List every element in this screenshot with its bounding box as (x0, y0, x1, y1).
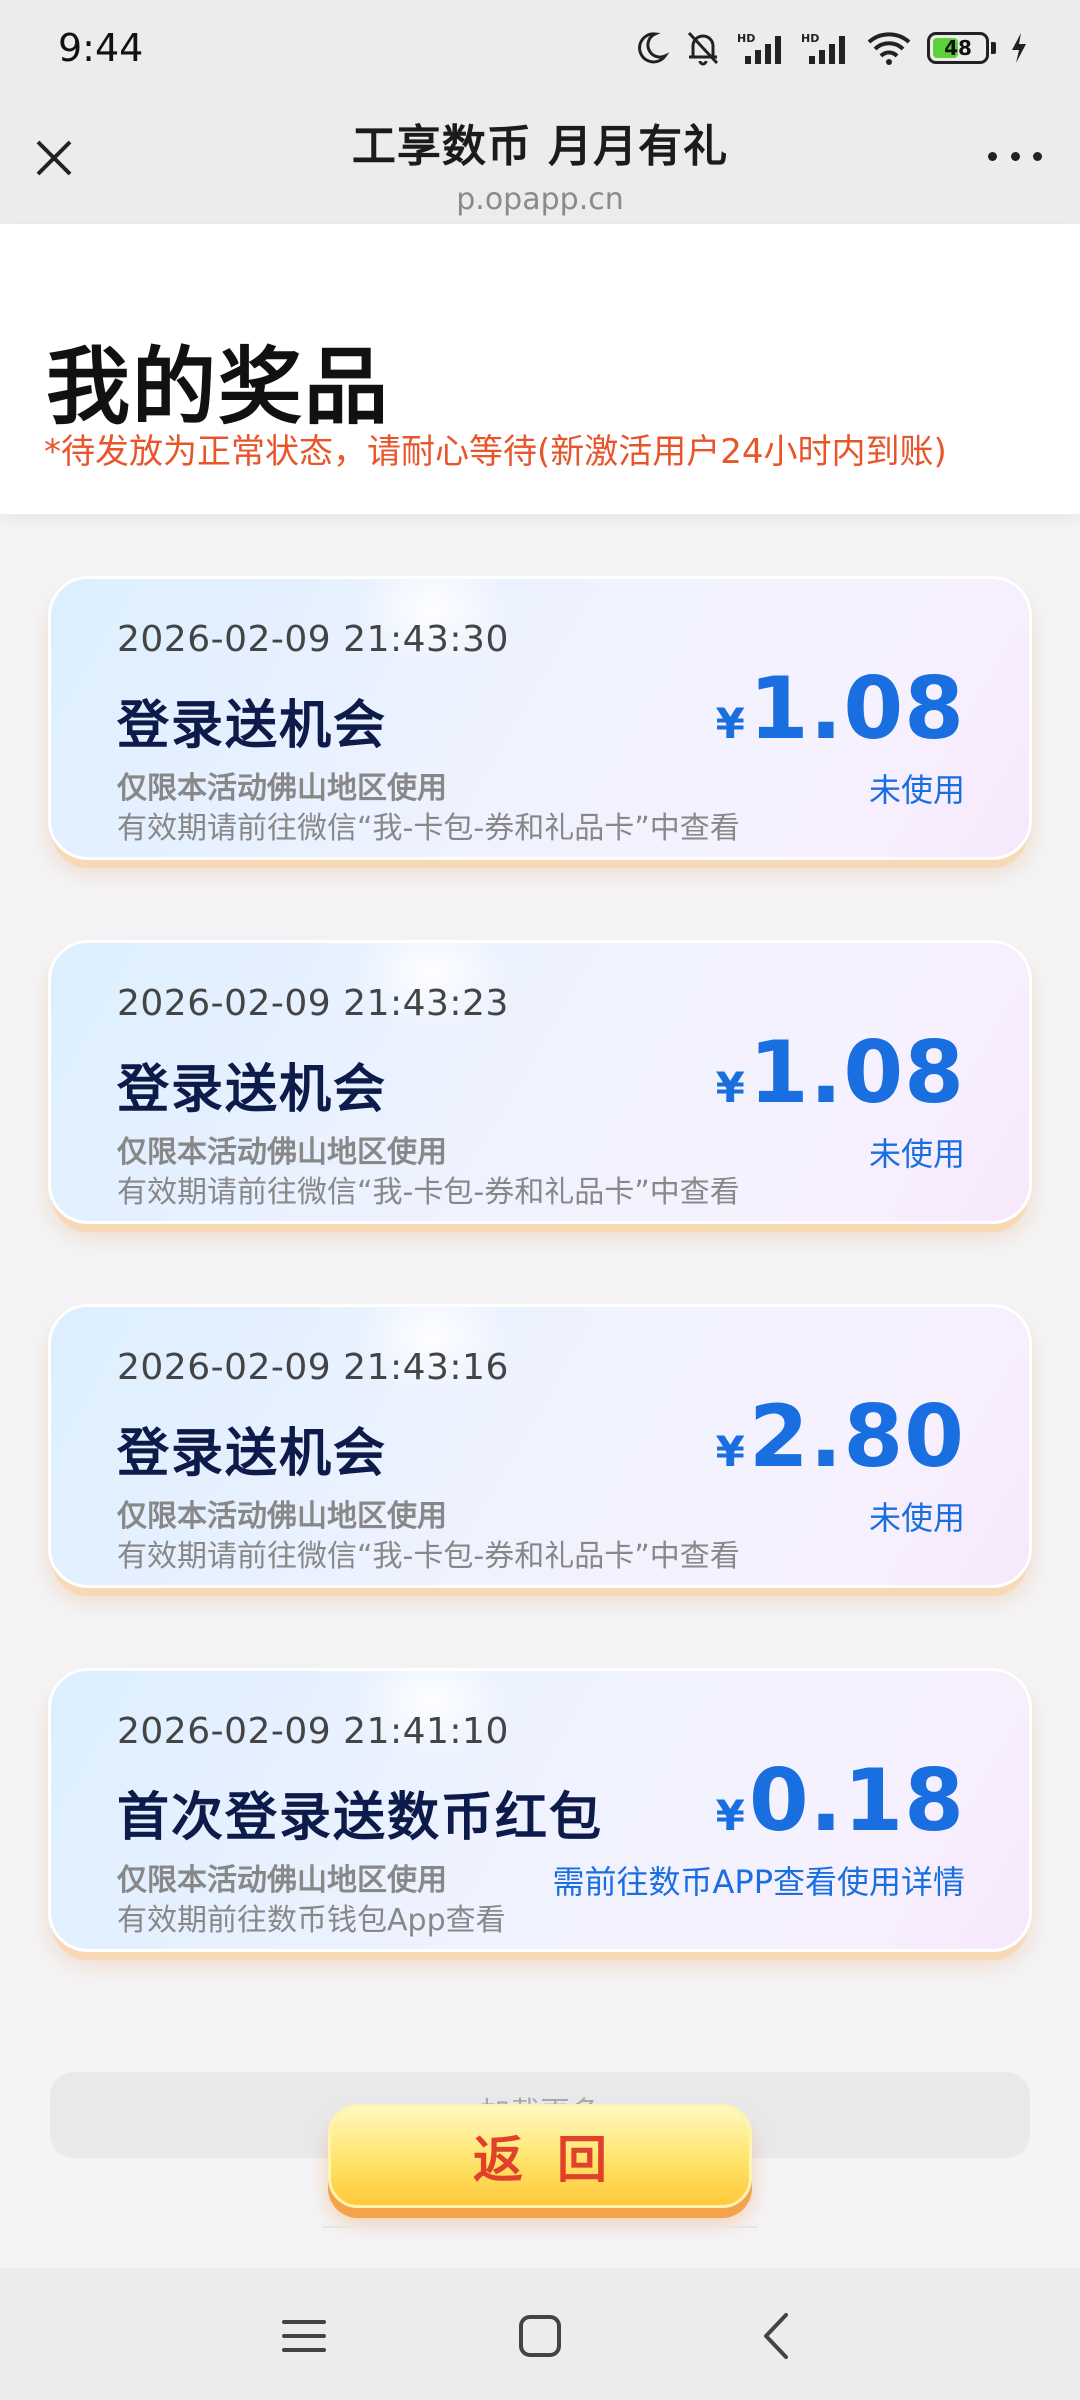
prize-date: 2026-02-09 21:43:23 (117, 983, 509, 1024)
home-square-icon (519, 2315, 561, 2357)
amount-value: 0.18 (748, 1751, 965, 1851)
prize-region-note: 仅限本活动佛山地区使用 (117, 1863, 447, 1898)
currency-symbol: ¥ (715, 1791, 745, 1840)
prize-status-link[interactable]: 需前往数币APP查看使用详情 (553, 1857, 966, 1903)
battery-indicator: 48 (927, 32, 996, 64)
back-button-label: 返回 (473, 2131, 641, 2189)
svg-text:HD: HD (737, 32, 755, 45)
prize-validity-note: 有效期请前往微信“我-卡包-券和礼品卡”中查看 (117, 811, 740, 846)
prize-date: 2026-02-09 21:41:10 (117, 1711, 509, 1752)
prize-card[interactable]: 2026-02-09 21:41:10 首次登录送数币红包 仅限本活动佛山地区使… (48, 1668, 1032, 1952)
amount-value: 2.80 (748, 1387, 965, 1487)
more-dot-icon (988, 151, 997, 161)
back-arrow-icon (764, 2313, 788, 2359)
prize-amount: ¥ 1.08 (716, 1023, 965, 1123)
prize-amount: ¥ 0.18 (716, 1751, 965, 1851)
page-title: 工享数币 月月有礼 (351, 121, 729, 172)
prize-card[interactable]: 2026-02-09 21:43:30 登录送机会 仅限本活动佛山地区使用 有效… (48, 576, 1032, 860)
signal-hd-icon: HD (737, 30, 787, 66)
back-button[interactable]: 返回 (328, 2104, 752, 2208)
prize-amount: ¥ 2.80 (716, 1387, 965, 1487)
menu-button[interactable] (272, 2304, 336, 2368)
system-nav-bar (0, 2268, 1080, 2400)
prize-region-note: 仅限本活动佛山地区使用 (117, 771, 447, 806)
status-bar: 9:44 HD HD 48 (0, 0, 1080, 96)
more-options-button[interactable] (980, 136, 1050, 176)
prize-section-title: 我的奖品 (46, 338, 391, 436)
amount-value: 1.08 (748, 659, 965, 759)
currency-symbol: ¥ (715, 699, 745, 748)
prize-card[interactable]: 2026-02-09 21:43:23 登录送机会 仅限本活动佛山地区使用 有效… (48, 940, 1032, 1224)
prize-name: 首次登录送数币红包 (117, 1788, 604, 1848)
menu-icon (282, 2320, 326, 2352)
prize-note: *待发放为正常状态，请耐心等待(新激活用户24小时内到账) (44, 432, 947, 472)
prize-validity-note: 有效期请前往微信“我-卡包-券和礼品卡”中查看 (117, 1539, 740, 1574)
prize-name: 登录送机会 (117, 696, 388, 756)
svg-text:HD: HD (801, 32, 819, 45)
prize-name: 登录送机会 (117, 1060, 388, 1120)
title-bar: 工享数币 月月有礼 p.opapp.cn (0, 96, 1080, 224)
prize-status: 未使用 (868, 1135, 965, 1173)
prize-date: 2026-02-09 21:43:16 (117, 1347, 509, 1388)
more-dot-icon (1010, 151, 1020, 161)
prize-validity-note: 有效期前往数币钱包App查看 (117, 1903, 506, 1938)
prize-status: 未使用 (868, 1499, 965, 1537)
currency-symbol: ¥ (715, 1427, 745, 1476)
prize-region-note: 仅限本活动佛山地区使用 (117, 1135, 447, 1170)
battery-level: 48 (944, 36, 972, 60)
prize-card[interactable]: 2026-02-09 21:43:16 登录送机会 仅限本活动佛山地区使用 有效… (48, 1304, 1032, 1588)
title-block: 工享数币 月月有礼 p.opapp.cn (0, 110, 1080, 217)
currency-symbol: ¥ (715, 1063, 745, 1112)
amount-value: 1.08 (748, 1023, 965, 1123)
home-button[interactable] (508, 2304, 572, 2368)
prize-status: 未使用 (868, 771, 965, 809)
prize-region-note: 仅限本活动佛山地区使用 (117, 1499, 447, 1534)
moon-icon (633, 30, 669, 66)
signal-hd-icon: HD (801, 30, 851, 66)
prize-header: 我的奖品 *待发放为正常状态，请耐心等待(新激活用户24小时内到账) (0, 224, 1080, 514)
status-time: 9:44 (58, 26, 144, 70)
prize-name: 登录送机会 (117, 1424, 388, 1484)
prize-validity-note: 有效期请前往微信“我-卡包-券和礼品卡”中查看 (117, 1175, 740, 1210)
charging-icon (1010, 32, 1028, 64)
back-nav-button[interactable] (744, 2304, 808, 2368)
more-dot-icon (1033, 151, 1042, 161)
status-icons: HD HD 48 (633, 29, 1028, 67)
wifi-icon (865, 30, 913, 66)
bell-mute-icon (683, 29, 723, 67)
divider (322, 2226, 758, 2228)
prize-amount: ¥ 1.08 (716, 659, 965, 759)
prize-date: 2026-02-09 21:43:30 (117, 619, 509, 660)
page-url: p.opapp.cn (456, 182, 624, 217)
